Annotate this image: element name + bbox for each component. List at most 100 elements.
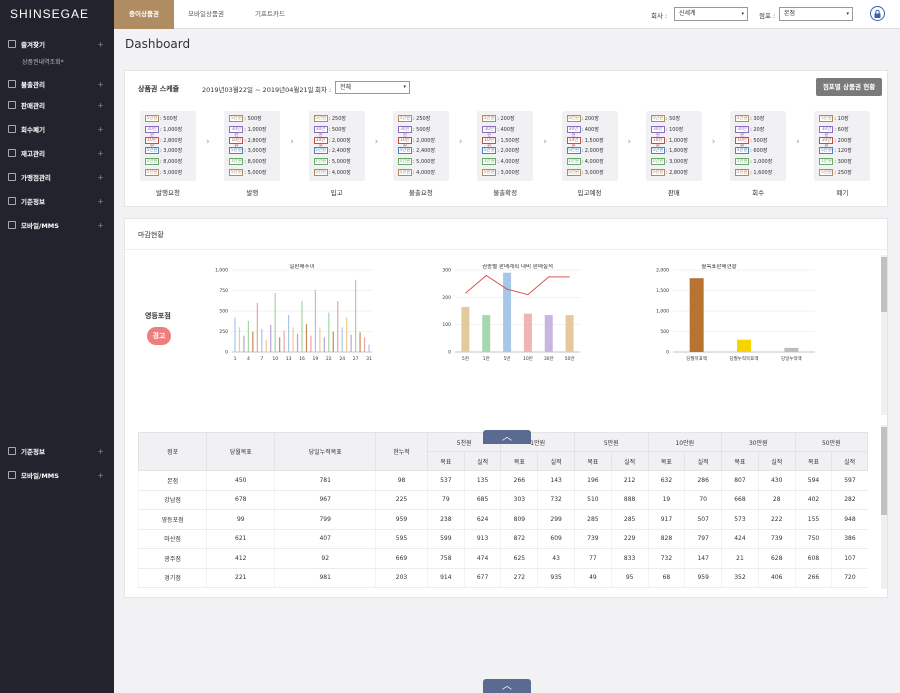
arrow-right-icon: ›	[290, 137, 294, 147]
denomination-chip: 1만원	[566, 158, 581, 166]
bar	[283, 330, 285, 352]
stage-count-value: 1,000장	[753, 159, 773, 166]
stage-count-value: 8,000장	[247, 159, 267, 166]
tab-gift-card[interactable]: 기프트카드	[238, 0, 302, 29]
stage-count: : 500장	[412, 126, 431, 133]
stage-box[interactable]: 5만원: 250장 30만원: 500장 10만원: 2,000장 5만원: 2,40…	[308, 111, 365, 181]
table-cell: 624	[463, 509, 501, 530]
table-cell: 917	[647, 509, 685, 530]
table-row[interactable]: 마산점 621 407 595 599 913 872 609 739 229 828 797 424 7…	[137, 529, 868, 549]
table-row[interactable]: 광주점 412 92 669 758 474 625 43 77 833 732 147 21 628 60…	[137, 548, 868, 569]
schedule-card: 상품권 스케줄 2019년03월22일 ~ 2019년04월21일 회차 : 전…	[124, 70, 888, 207]
sidebar-item-label: 재고관리	[21, 150, 45, 158]
stage-count: : 500장	[244, 116, 262, 122]
expand-icon: +	[97, 220, 104, 230]
bar	[346, 317, 348, 352]
stage-box[interactable]: 5만원: 500장 30만원: 1,000장 10만원: 2,800장 5만원: 3,…	[224, 111, 281, 181]
sidebar-item[interactable]: 회수폐기 +	[0, 121, 114, 137]
sidebar-item[interactable]: 가맹점관리 +	[0, 169, 114, 185]
denomination-chip: 5천원	[313, 169, 328, 176]
stage-count: : 400장	[497, 126, 515, 133]
sidebar-item[interactable]: 재고관리 +	[0, 145, 114, 161]
table-cell: 본점	[137, 470, 207, 491]
table-scrollbar-thumb[interactable]	[881, 427, 887, 515]
table-cell: 959	[375, 509, 428, 530]
stage-box[interactable]: 5만원: 200장 30만원: 400장 10만원: 1,500장 5만원: 2,00…	[561, 111, 618, 181]
stage-count-value: 500장	[416, 126, 431, 133]
chart-scrollbar-thumb[interactable]	[881, 257, 887, 312]
stage-label: 불출요청	[408, 189, 433, 197]
sidebar-sub-item[interactable]: 상품권내역조회*	[22, 57, 64, 66]
stage-count-value: 500장	[163, 116, 178, 122]
sidebar-item[interactable]: 모바일/MMS +	[0, 467, 114, 483]
table-subheader: 실적	[831, 451, 868, 471]
table-row[interactable]: 강남점 678 967 225 79 685 303 732 510 888 19 70 668 28 40…	[137, 490, 868, 510]
stage-count-value: 1,500장	[584, 137, 604, 144]
stage-count-value: 50장	[669, 116, 681, 122]
sidebar-item[interactable]: 판매관리 +	[0, 97, 114, 113]
sidebar-item[interactable]: 기준정보 +	[0, 443, 114, 459]
stage-box[interactable]: 5만원: 10장 30만원: 60장 10만원: 200장 5만원: 120장 1만원:…	[814, 111, 871, 181]
stage-count-value: 600장	[753, 148, 768, 155]
table-scrollbar[interactable]	[881, 425, 887, 589]
stage-row: 30만원: 20장	[735, 125, 764, 138]
store-voucher-status-button[interactable]: 점포별 상품권 현황	[816, 78, 882, 96]
stage-count-value: 200장	[837, 137, 852, 144]
stage-count: : 250장	[834, 170, 852, 176]
stage-row: 30만원: 500장	[397, 125, 431, 138]
table-header: 50만원	[794, 432, 869, 452]
company-select[interactable]: 신세계 ▾	[674, 7, 748, 21]
stage-box[interactable]: 5만원: 50장 30만원: 100장 10만원: 1,000장 5만원: 1,800…	[645, 111, 702, 181]
round-select[interactable]: 전체 ▾	[335, 81, 410, 94]
denomination-chip: 30만원	[229, 125, 244, 138]
stage-box[interactable]: 5만원: 200장 30만원: 400장 10만원: 1,500장 5만원: 2,00…	[477, 111, 534, 181]
bar	[368, 344, 370, 352]
table-row[interactable]: 영등포점 99 799 959 238 624 809 299 285 285 917 507 573 2…	[137, 509, 868, 530]
stage-count: : 250장	[328, 116, 347, 122]
sidebar-item[interactable]: 즐겨찾기 +	[0, 36, 114, 52]
table-cell: 608	[794, 548, 832, 569]
chart-scrollbar[interactable]	[881, 255, 887, 415]
table-cell: 266	[794, 568, 832, 588]
table-row[interactable]: 경기점 221 981 203 914 677 272 935 49 95 68 959 352 406 2…	[137, 568, 868, 588]
x-tick-label: 19	[313, 356, 319, 362]
sidebar-item-label: 모바일/MMS	[21, 472, 59, 480]
lock-icon[interactable]	[870, 6, 885, 21]
stage-count-value: 250장	[837, 170, 852, 176]
table-cell: 981	[274, 568, 376, 588]
stage-box[interactable]: 5만원: 250장 30만원: 500장 10만원: 2,000장 5만원: 2,40…	[392, 111, 449, 181]
table-cell: 967	[274, 490, 376, 510]
table-cell: 21	[721, 548, 759, 569]
stage-box[interactable]: 5만원: 500장 30만원: 1,000장 10만원: 2,800장 5만원: 3,…	[140, 111, 196, 181]
logo[interactable]: SHINSEGAE	[0, 0, 114, 29]
collapse-up-button[interactable]: ︿	[483, 430, 531, 444]
sidebar-item[interactable]: 모바일/MMS +	[0, 217, 114, 233]
stage-count-value: 4,000장	[416, 170, 436, 176]
y-tick-label: 500	[219, 309, 228, 315]
tab-mobile-voucher[interactable]: 모바일상품권	[174, 0, 238, 29]
denomination-chip: 1만원	[229, 158, 244, 166]
tab-paper-voucher[interactable]: 종이상품권	[114, 0, 174, 29]
bar	[689, 278, 704, 352]
store-select[interactable]: 본점 ▾	[779, 7, 853, 21]
table-cell: 595	[375, 529, 428, 549]
sidebar: SHINSEGAE 즐겨찾기 + 불출관리 + 판매관리 + 회수폐기 + 재고관리 + 가맹점관리…	[0, 0, 114, 693]
table-cell: 266	[500, 470, 538, 491]
closing-title: 마감현황	[138, 231, 164, 239]
bar	[482, 315, 491, 352]
table-cell: 221	[206, 568, 275, 588]
table-row[interactable]: 본점 450 781 98 537 135 266 143 196 212 632 286 807 430…	[137, 470, 868, 491]
y-tick-label: 300	[442, 268, 451, 274]
bar	[243, 335, 245, 352]
sidebar-item[interactable]: 불출관리 +	[0, 76, 114, 92]
arrow-right-icon: ›	[374, 137, 379, 147]
expand-icon: +	[97, 39, 104, 49]
sidebar-item[interactable]: 기준정보 +	[0, 193, 114, 209]
stage-row: 5만원: 250장	[397, 114, 430, 123]
table-subheader: 목표	[426, 451, 465, 471]
bar	[292, 327, 294, 352]
stage-box[interactable]: 5만원: 30장 30만원: 20장 10만원: 500장 5만원: 600장 1만원:…	[730, 111, 787, 181]
sidebar-item-label: 회수폐기	[21, 126, 45, 134]
table-cell: 70	[684, 490, 722, 510]
scroll-top-button[interactable]: ︿	[483, 679, 531, 693]
